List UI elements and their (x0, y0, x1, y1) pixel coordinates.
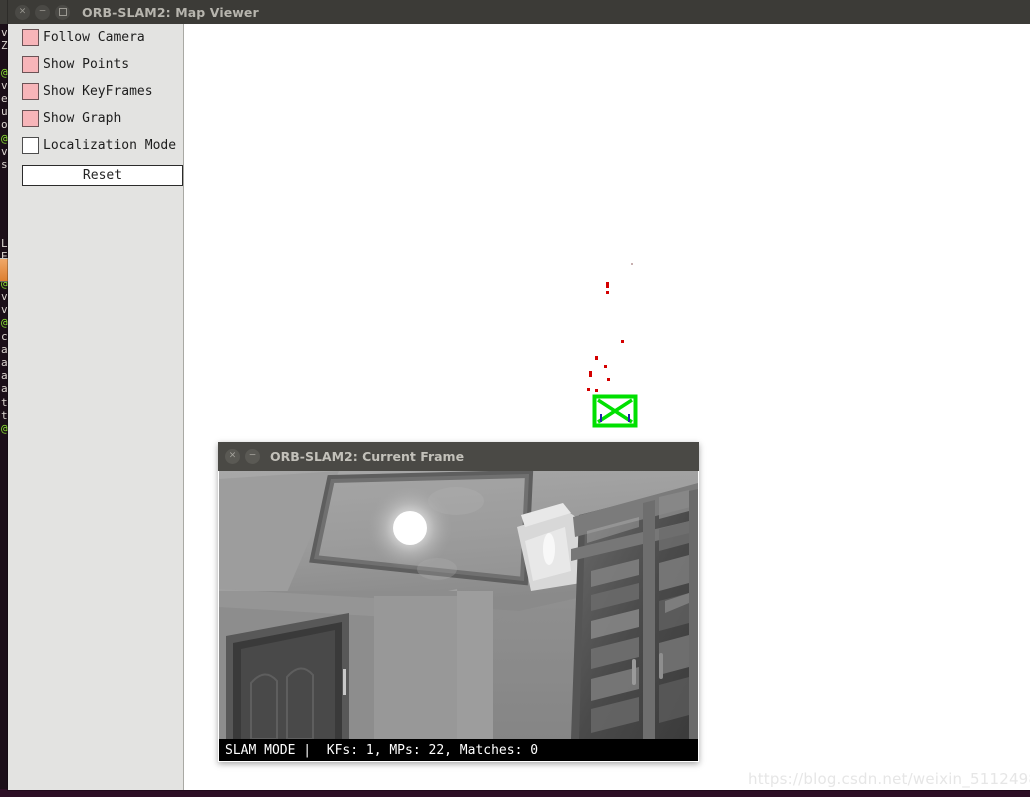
map-point (589, 371, 592, 377)
checkbox-label-show-points: Show Points (43, 57, 130, 72)
map-point (606, 291, 609, 294)
maximize-glyph (58, 8, 67, 16)
checkbox-show-keyframes[interactable] (22, 83, 39, 100)
minimize-icon[interactable]: − (245, 449, 260, 464)
checkbox-follow-camera[interactable] (22, 29, 39, 46)
checkbox-label-show-keyframes: Show KeyFrames (43, 84, 153, 99)
reset-button[interactable]: Reset (22, 165, 183, 186)
map-point (631, 263, 633, 265)
checkbox-row-show-graph[interactable]: Show Graph (8, 105, 183, 132)
map-viewer-sidebar: Follow Camera Show Points Show KeyFrames… (8, 24, 184, 790)
close-glyph: × (18, 6, 27, 16)
keyframe-camera-frustum-icon (592, 394, 638, 428)
checkbox-show-points[interactable] (22, 56, 39, 73)
current-frame-status-bar: SLAM MODE | KFs: 1, MPs: 22, Matches: 0 (219, 739, 698, 761)
current-frame-window: × − ORB-SLAM2: Current Frame SLAM MODE |… (218, 442, 699, 762)
close-icon[interactable]: × (15, 4, 30, 20)
checkbox-row-show-keyframes[interactable]: Show KeyFrames (8, 78, 183, 105)
close-icon[interactable]: × (225, 449, 240, 464)
map-point (595, 356, 598, 360)
minimize-glyph: − (38, 6, 47, 16)
map-point (621, 340, 624, 343)
status-text: SLAM MODE | KFs: 1, MPs: 22, Matches: 0 (225, 742, 539, 758)
map-viewer-titlebar[interactable]: × − ORB-SLAM2: Map Viewer (8, 0, 1030, 24)
checkbox-localization-mode[interactable] (22, 137, 39, 154)
current-frame-title: ORB-SLAM2: Current Frame (270, 449, 465, 464)
minimize-glyph: − (248, 450, 257, 461)
watermark: https://blog.csdn.net/weixin_51124984 (748, 770, 1030, 788)
desktop-bottom-strip (0, 789, 1030, 797)
checkbox-row-localization-mode[interactable]: Localization Mode (8, 132, 183, 159)
checkbox-label-follow-camera: Follow Camera (43, 30, 145, 45)
map-point (607, 378, 610, 381)
checkbox-row-show-points[interactable]: Show Points (8, 51, 183, 78)
close-glyph: × (228, 450, 237, 461)
page-title: ORB-SLAM2: Map Viewer (82, 4, 259, 20)
current-frame-image (219, 471, 698, 739)
checkbox-show-graph[interactable] (22, 110, 39, 127)
checkbox-label-localization-mode: Localization Mode (43, 138, 177, 153)
minimize-icon[interactable]: − (35, 4, 50, 20)
maximize-icon[interactable] (55, 4, 70, 20)
map-point (606, 282, 609, 288)
map-point (604, 365, 607, 368)
current-frame-titlebar[interactable]: × − ORB-SLAM2: Current Frame (218, 442, 699, 471)
map-point (595, 389, 598, 392)
checkbox-row-follow-camera[interactable]: Follow Camera (8, 24, 183, 51)
checkbox-label-show-graph: Show Graph (43, 111, 122, 126)
map-point (587, 388, 590, 391)
